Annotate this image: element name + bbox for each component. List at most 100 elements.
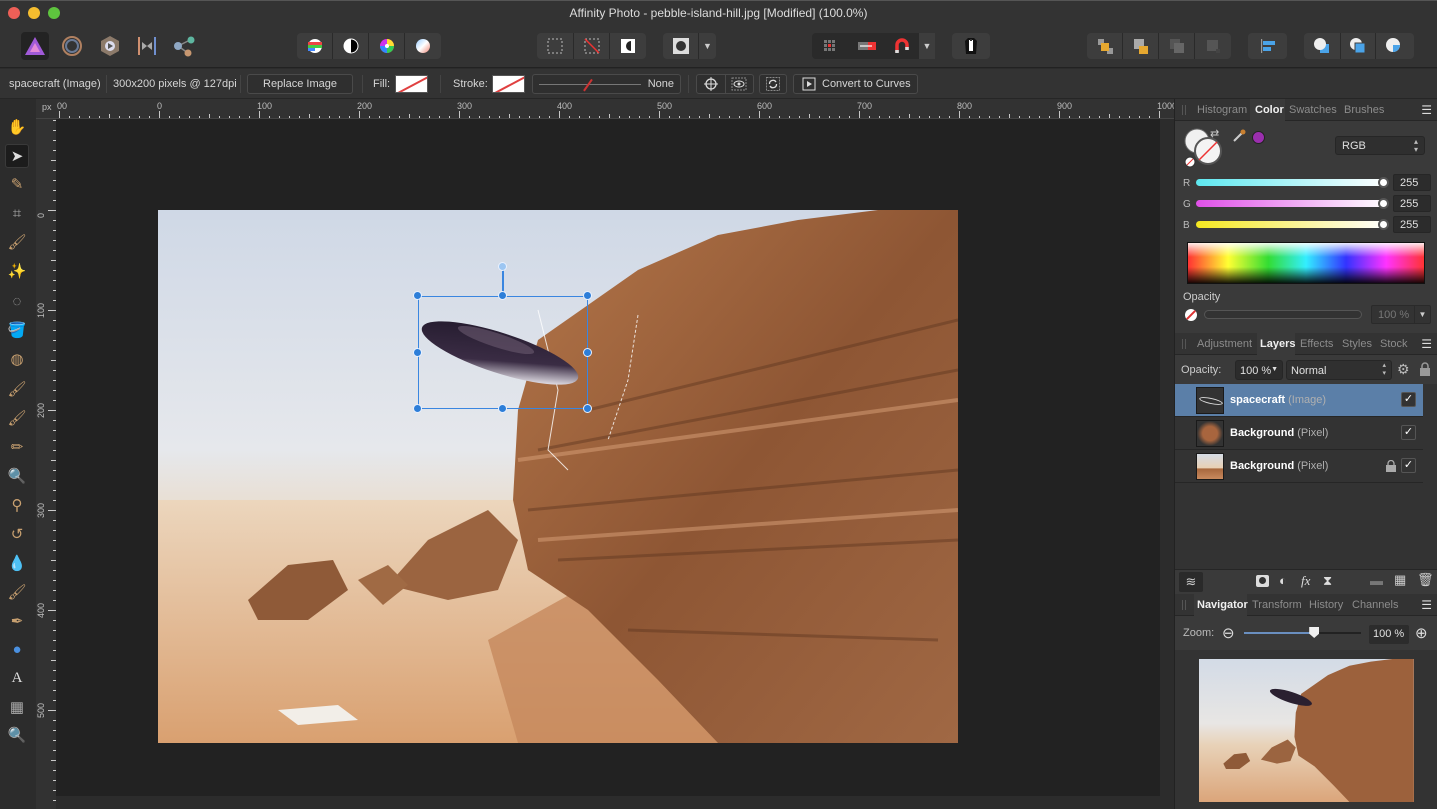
layer-visibility-checkbox[interactable]: ✓ — [1401, 458, 1416, 473]
resize-handle-bottom[interactable] — [498, 404, 507, 413]
resize-handle-top[interactable] — [498, 291, 507, 300]
panel-grip[interactable] — [1182, 339, 1186, 349]
intersect-shapes-button[interactable] — [1376, 33, 1412, 59]
rotate-button[interactable] — [759, 74, 787, 94]
convert-to-curves-button[interactable]: Convert to Curves — [793, 74, 918, 94]
channel-slider-knob[interactable] — [1378, 219, 1389, 230]
swap-colors-icon[interactable]: ⇄ — [1210, 127, 1219, 140]
pen-tool-button[interactable]: ✒ — [5, 609, 29, 633]
recent-color-swatch[interactable] — [1252, 131, 1265, 144]
tab-histogram[interactable]: Histogram — [1197, 104, 1247, 116]
transform-origin-button[interactable] — [697, 75, 726, 93]
move-tool-button[interactable]: ➤ — [5, 144, 29, 168]
vertical-ruler[interactable]: 0 100 200 300 400 500 — [36, 119, 56, 809]
channel-value-field[interactable]: 255 — [1393, 195, 1431, 212]
marquee-tool-button[interactable]: ◌ — [5, 289, 29, 313]
paint-brush-tool-button[interactable]: 🖌 — [5, 377, 29, 401]
clone-tool-button[interactable]: ⚲ — [5, 493, 29, 517]
panel-menu-icon[interactable]: ☰ — [1421, 598, 1432, 612]
tab-history[interactable]: History — [1309, 599, 1343, 611]
zoom-in-icon[interactable]: ⊕ — [1415, 624, 1428, 642]
tab-brushes[interactable]: Brushes — [1344, 104, 1384, 116]
fill-swatch[interactable] — [395, 75, 428, 93]
lock-icon[interactable] — [1419, 362, 1431, 376]
crop-tool-button[interactable]: ⌗ — [5, 201, 29, 225]
select-all-button[interactable] — [537, 33, 574, 59]
auto-colors-button[interactable] — [369, 33, 405, 59]
panel-grip[interactable] — [1182, 105, 1186, 115]
move-back-button[interactable] — [1159, 33, 1195, 59]
auto-levels-button[interactable] — [297, 33, 333, 59]
resize-handle-right[interactable] — [583, 348, 592, 357]
selection-brush-tool-button[interactable]: 🖌 — [5, 230, 29, 254]
tab-layers[interactable]: Layers — [1260, 338, 1295, 350]
zoom-out-icon[interactable]: ⊖ — [1222, 624, 1235, 642]
panel-grip[interactable] — [1182, 600, 1186, 610]
develop-persona-button[interactable] — [96, 32, 124, 60]
dodge-tool-button[interactable]: 🔍 — [5, 464, 29, 488]
layer-row[interactable]: Background (Pixel) ✓ — [1175, 417, 1423, 450]
horizontal-ruler[interactable]: px 0001002003004005006007008009001000 — [36, 99, 1174, 119]
lock-icon[interactable] — [1386, 459, 1396, 475]
auto-white-balance-button[interactable] — [405, 33, 441, 59]
liquify-persona-button[interactable] — [58, 32, 86, 60]
live-filter-icon[interactable]: ⧗ — [1323, 573, 1332, 589]
stroke-swatch[interactable] — [492, 75, 525, 93]
erase-brush-tool-button[interactable]: ✏ — [5, 435, 29, 459]
tab-styles[interactable]: Styles — [1342, 338, 1372, 350]
zoom-slider-knob[interactable] — [1309, 627, 1320, 638]
layer-row[interactable]: Background (Pixel) ✓ — [1175, 450, 1423, 483]
flood-select-tool-button[interactable]: ✨ — [5, 259, 29, 283]
force-pixel-alignment-button[interactable] — [849, 33, 885, 59]
color-mode-select[interactable]: RGB ▴ ▾ — [1335, 136, 1425, 155]
layers-stack-button[interactable]: ≋ — [1179, 572, 1203, 592]
shape-tool-button[interactable]: ● — [5, 637, 29, 661]
channel-value-field[interactable]: 255 — [1393, 174, 1431, 191]
tab-navigator[interactable]: Navigator — [1197, 599, 1248, 611]
channel-slider-knob[interactable] — [1378, 177, 1389, 188]
rotation-handle[interactable] — [498, 262, 507, 271]
zoom-tool-button[interactable]: 🔍 — [5, 723, 29, 747]
align-left-button[interactable] — [1248, 33, 1287, 59]
color-spectrum[interactable] — [1187, 242, 1425, 284]
resize-handle-top-left[interactable] — [413, 291, 422, 300]
horizontal-scrollbar[interactable] — [56, 796, 1174, 809]
trash-icon[interactable]: 🗑 — [1417, 572, 1434, 588]
channel-slider-g[interactable] — [1196, 200, 1386, 207]
move-to-back-button[interactable] — [1195, 33, 1231, 59]
color-replacement-tool-button[interactable]: ◍ — [5, 347, 29, 371]
mask-layer-button[interactable] — [1256, 575, 1269, 587]
layer-opacity-field[interactable]: 100 % ▼ — [1235, 360, 1283, 380]
mesh-warp-tool-button[interactable]: ▦ — [5, 695, 29, 719]
move-to-front-button[interactable] — [1087, 33, 1123, 59]
undo-brush-tool-button[interactable]: ↺ — [5, 522, 29, 546]
resize-handle-top-right[interactable] — [583, 291, 592, 300]
healing-brush-tool-button[interactable]: 🖌 — [5, 580, 29, 604]
blend-mode-select[interactable]: Normal ▴ ▾ — [1286, 360, 1392, 380]
flood-fill-tool-button[interactable]: 🪣 — [5, 318, 29, 342]
adjustment-icon[interactable]: ◐ — [1279, 573, 1287, 588]
chevron-down-icon[interactable]: ▼ — [1414, 306, 1430, 323]
assistant-button[interactable] — [952, 33, 990, 59]
resize-handle-bottom-right[interactable] — [583, 404, 592, 413]
pixel-brush-tool-button[interactable]: 🖌 — [5, 406, 29, 430]
navigator-preview[interactable] — [1199, 659, 1414, 802]
tab-swatches[interactable]: Swatches — [1289, 104, 1337, 116]
no-color-icon[interactable] — [1185, 309, 1197, 321]
deselect-button[interactable] — [574, 33, 610, 59]
opacity-slider[interactable] — [1204, 310, 1362, 319]
fx-icon[interactable]: fx — [1301, 573, 1310, 589]
add-shapes-button[interactable] — [1304, 33, 1341, 59]
move-forward-button[interactable] — [1123, 33, 1159, 59]
color-picker-tool-button[interactable]: ✎ — [5, 172, 29, 196]
quick-mask-dropdown[interactable]: ▼ — [699, 33, 716, 59]
eyedropper-icon[interactable] — [1232, 129, 1246, 143]
layer-visibility-checkbox[interactable]: ✓ — [1401, 425, 1416, 440]
snapping-button[interactable] — [885, 33, 919, 59]
channel-slider-knob[interactable] — [1378, 198, 1389, 209]
vertical-scrollbar[interactable] — [1160, 119, 1174, 809]
subtract-shapes-button[interactable] — [1341, 33, 1376, 59]
view-tool-button[interactable]: ✋ — [5, 115, 29, 139]
channel-value-field[interactable]: 255 — [1393, 216, 1431, 233]
tone-mapping-persona-button[interactable] — [133, 32, 161, 60]
